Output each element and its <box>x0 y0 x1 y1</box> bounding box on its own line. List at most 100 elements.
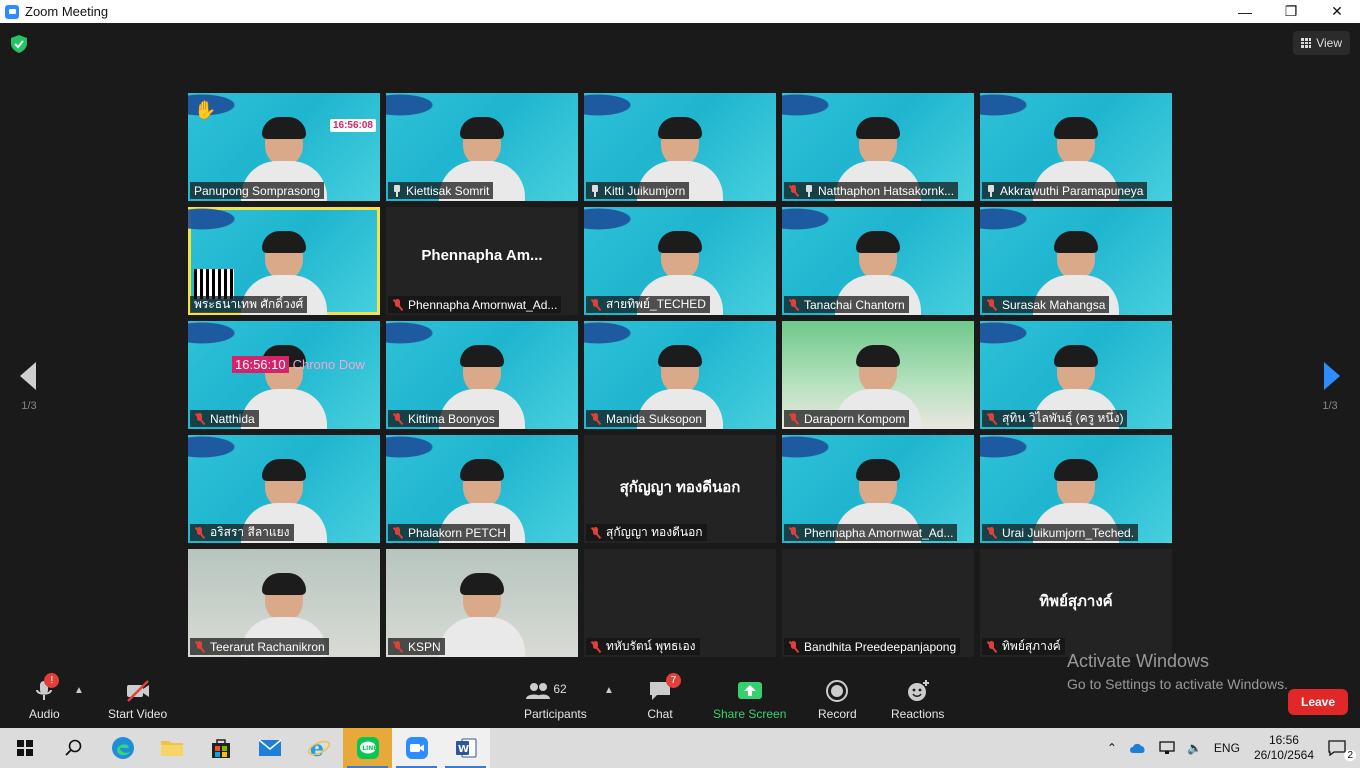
participants-count: 62 <box>553 682 567 696</box>
audio-options-caret-icon[interactable]: ▲ <box>74 685 84 696</box>
video-tile[interactable]: KSPN <box>386 549 578 657</box>
volume-icon[interactable]: 🔈 <box>1181 741 1208 755</box>
view-label: View <box>1316 36 1342 50</box>
video-tile[interactable]: พระธนาเทพ ศักดิ์วงศ์ <box>188 207 380 315</box>
internet-explorer-icon: e <box>307 736 330 760</box>
video-tile[interactable]: Kitti Juikumjorn <box>584 93 776 201</box>
mic-muted-icon <box>788 526 800 539</box>
clock-date: 26/10/2564 <box>1253 748 1314 762</box>
video-tile[interactable]: 16:56:10 Chrono Dow Natthida <box>188 321 380 429</box>
participant-nametag: สุกัญญา ทองดีนอก <box>586 524 707 541</box>
taskbar-mail[interactable] <box>245 728 294 768</box>
video-tile[interactable]: Daraporn Kompom <box>782 321 974 429</box>
share-screen-label: Share Screen <box>713 707 787 721</box>
video-tile[interactable]: สายทิพย์_TECHED <box>584 207 776 315</box>
window-title: Zoom Meeting <box>25 4 109 19</box>
record-button[interactable]: Record <box>818 679 857 721</box>
leave-button[interactable]: Leave <box>1288 689 1348 715</box>
video-tile[interactable]: Natthaphon Hatsakornk... <box>782 93 974 201</box>
reactions-label: Reactions <box>891 707 945 721</box>
video-tile[interactable]: Teerarut Rachanikron <box>188 549 380 657</box>
view-button[interactable]: View <box>1293 31 1350 55</box>
taskbar-zoom[interactable] <box>392 728 441 768</box>
audio-button[interactable]: ! Audio <box>29 673 60 721</box>
minimize-button[interactable]: — <box>1222 0 1268 23</box>
video-tile[interactable]: Urai Juikumjorn_Teched. <box>980 435 1172 543</box>
mic-muted-icon <box>788 184 800 197</box>
taskbar-clock[interactable]: 16:56 26/10/2564 <box>1246 733 1322 763</box>
participant-name: Kitti Juikumjorn <box>604 183 686 198</box>
participant-nametag: อริสรา สีลาแยง <box>190 524 294 541</box>
page-indicator-left: 1/3 <box>21 400 37 412</box>
chat-button[interactable]: 7 Chat <box>647 673 681 721</box>
pin-icon <box>392 184 402 197</box>
maximize-button[interactable]: ❐ <box>1268 0 1314 23</box>
pin-icon <box>804 184 814 197</box>
mic-muted-icon <box>788 640 800 653</box>
taskbar-internet-explorer[interactable]: e <box>294 728 343 768</box>
video-tile[interactable]: สุทิน วิไลพันธุ์ (ครู หนึ่ง) <box>980 321 1172 429</box>
mic-muted-icon <box>392 298 404 311</box>
show-hidden-icons-icon[interactable]: ⌃ <box>1101 741 1123 755</box>
shield-icon[interactable] <box>11 35 27 53</box>
video-tile[interactable]: Surasak Mahangsa <box>980 207 1172 315</box>
network-icon[interactable] <box>1153 741 1181 755</box>
video-tile[interactable]: Kittima Boonyos <box>386 321 578 429</box>
mic-muted-icon <box>788 298 800 311</box>
page-indicator-right: 1/3 <box>1322 400 1338 412</box>
participant-nametag: สุทิน วิไลพันธุ์ (ครู หนึ่ง) <box>982 410 1128 427</box>
video-tile[interactable]: 16:56:08 ✋ Panupong Somprasong <box>188 93 380 201</box>
participant-nametag: Daraporn Kompom <box>784 410 910 427</box>
participant-name: พระธนาเทพ ศักดิ์วงศ์ <box>194 297 304 311</box>
onedrive-cloud-icon[interactable] <box>1123 742 1153 754</box>
video-tile[interactable]: Kiettisak Somrit <box>386 93 578 201</box>
taskbar-edge[interactable] <box>98 728 147 768</box>
participants-button[interactable]: 62 Participants <box>524 679 587 721</box>
participant-name: สายทิพย์_TECHED <box>606 297 706 311</box>
taskbar-file-explorer[interactable] <box>147 728 196 768</box>
activate-windows-watermark: Activate Windows Go to Settings to activ… <box>1067 651 1288 692</box>
activate-windows-subtitle: Go to Settings to activate Windows. <box>1067 676 1288 692</box>
share-screen-icon <box>737 679 763 703</box>
taskbar-store[interactable] <box>196 728 245 768</box>
video-tile[interactable]: ทหับรัตน์ พุทธเอง <box>584 549 776 657</box>
start-video-button[interactable]: Start Video <box>108 679 167 721</box>
reactions-button[interactable]: Reactions <box>891 679 944 721</box>
svg-text:W: W <box>458 744 469 755</box>
video-tile[interactable]: Bandhita Preedeepanjapong <box>782 549 974 657</box>
start-button[interactable] <box>0 728 49 768</box>
video-tile[interactable]: Phalakorn PETCH <box>386 435 578 543</box>
video-tile[interactable]: Phennapha Am... Phennapha Amornwat_Ad... <box>386 207 578 315</box>
participant-name: สุกัญญา ทองดีนอก <box>606 525 703 539</box>
notifications-icon[interactable]: 2 <box>1322 740 1360 761</box>
video-off-icon <box>125 679 151 703</box>
chat-label: Chat <box>647 707 673 721</box>
mic-muted-icon <box>392 526 404 539</box>
participant-name: Phalakorn PETCH <box>408 525 507 540</box>
share-screen-button[interactable]: Share Screen <box>713 679 786 721</box>
close-button[interactable]: ✕ <box>1314 0 1360 23</box>
taskbar-line[interactable]: LINE <box>343 728 392 768</box>
search-button[interactable] <box>49 728 98 768</box>
participant-display-name: ทิพย์สุภางค์ <box>1039 593 1113 610</box>
mail-icon <box>258 739 281 756</box>
mic-muted-icon <box>392 412 404 425</box>
mic-muted-icon <box>194 526 206 539</box>
participant-nametag: Akkrawuthi Paramapuneya <box>982 182 1148 199</box>
video-tile[interactable]: Phennapha Amornwat_Ad... <box>782 435 974 543</box>
video-tile[interactable]: ทิพย์สุภางค์ ทิพย์สุภางค์ <box>980 549 1172 657</box>
windows-taskbar: e LINE W ⌃ 🔈 ENG 16:56 26/10/2564 2 <box>0 728 1360 768</box>
taskbar-word[interactable]: W <box>441 728 490 768</box>
clock-overlay: 16:56:08 <box>329 119 376 132</box>
participant-name: Phennapha Amornwat_Ad... <box>804 525 954 540</box>
next-page-icon[interactable] <box>1316 358 1346 398</box>
reactions-icon <box>905 679 931 703</box>
video-tile[interactable]: สุกัญญา ทองดีนอก สุกัญญา ทองดีนอก <box>584 435 776 543</box>
previous-page-icon[interactable] <box>14 358 44 398</box>
video-tile[interactable]: Akkrawuthi Paramapuneya <box>980 93 1172 201</box>
video-tile[interactable]: อริสรา สีลาแยง <box>188 435 380 543</box>
video-tile[interactable]: Tanachai Chantorn <box>782 207 974 315</box>
participants-options-caret-icon[interactable]: ▲ <box>604 685 614 696</box>
language-indicator[interactable]: ENG <box>1208 741 1246 755</box>
video-tile[interactable]: Manida Suksopon <box>584 321 776 429</box>
